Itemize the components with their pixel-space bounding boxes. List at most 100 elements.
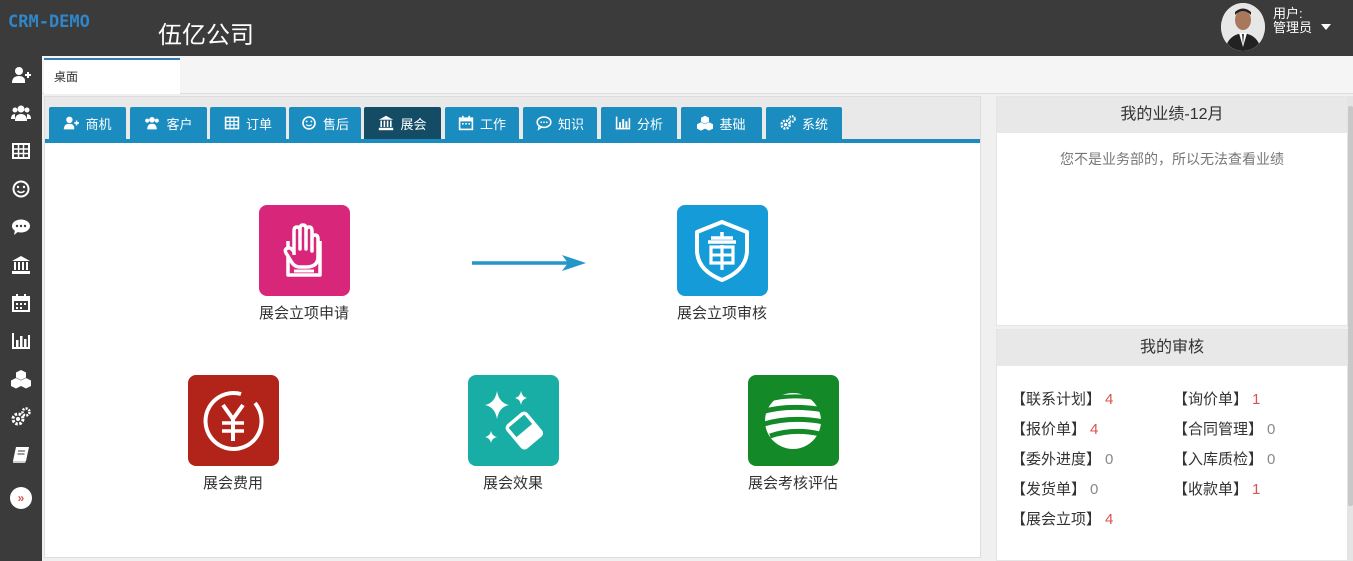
tab-desktop[interactable]: 桌面 xyxy=(44,58,180,94)
audit-item-exhibition[interactable]: 【展会立项】 4 xyxy=(1011,508,1113,529)
tab-knowledge[interactable]: 知识 xyxy=(523,107,597,139)
sidebar-item-aftersales[interactable] xyxy=(0,170,42,208)
scrollbar-thumb[interactable] xyxy=(1348,106,1353,506)
chat-icon xyxy=(536,116,552,131)
sidebar-item-knowledge[interactable] xyxy=(0,208,42,246)
sidebar-item-orders[interactable] xyxy=(0,132,42,170)
sidebar: » xyxy=(0,56,42,561)
yuan-coin-icon xyxy=(187,375,279,466)
shield-approve-icon xyxy=(676,205,768,296)
book-icon xyxy=(13,447,29,463)
app-label: 展会费用 xyxy=(202,475,263,492)
top-bar: CRM-DEMO 伍亿公司 用户: 管理员 xyxy=(0,0,1353,56)
audit-item-delivery[interactable]: 【发货单】 0 xyxy=(1011,478,1098,499)
table-icon xyxy=(12,143,30,159)
audit-title: 我的审核 xyxy=(997,330,1347,366)
tab-exhibition[interactable]: 展会 xyxy=(364,107,441,139)
audit-label: 【联系计划】 xyxy=(1011,391,1102,408)
tab-label: 知识 xyxy=(557,116,584,132)
audit-label: 【报价单】 xyxy=(1011,421,1087,438)
arrow-right-icon xyxy=(472,255,586,271)
add-user-icon xyxy=(64,116,80,130)
sidebar-item-manual[interactable] xyxy=(0,436,42,474)
smile-icon xyxy=(12,180,30,198)
sidebar-item-basics[interactable] xyxy=(0,360,42,398)
audit-item-outsource[interactable]: 【委外进度】 0 xyxy=(1011,448,1113,469)
audit-count: 4 xyxy=(1105,511,1114,528)
tab-label: 基础 xyxy=(719,116,746,132)
audit-count: 1 xyxy=(1252,391,1261,408)
app-exhibition-expense[interactable]: 展会费用 xyxy=(168,375,298,493)
audit-label: 【合同管理】 xyxy=(1173,421,1264,438)
sidebar-expand-button[interactable]: » xyxy=(10,487,32,509)
tab-analysis[interactable]: 分析 xyxy=(601,107,677,139)
app-label: 展会考核评估 xyxy=(747,475,838,492)
audit-count: 4 xyxy=(1105,391,1114,408)
tab-orders[interactable]: 订单 xyxy=(210,107,286,139)
audit-label: 【展会立项】 xyxy=(1011,511,1102,528)
audit-item-quotation[interactable]: 【报价单】 4 xyxy=(1011,418,1098,439)
tab-system[interactable]: 系统 xyxy=(766,107,842,139)
tab-basics[interactable]: 基础 xyxy=(681,107,762,139)
sidebar-item-opportunity[interactable] xyxy=(0,56,42,94)
user-avatar[interactable] xyxy=(1221,3,1265,51)
audit-item-inspection[interactable]: 【入库质检】 0 xyxy=(1173,448,1275,469)
audit-count: 0 xyxy=(1267,421,1276,438)
bank-icon xyxy=(379,115,394,131)
sidebar-item-system[interactable] xyxy=(0,398,42,436)
user-label: 用户: xyxy=(1273,6,1303,21)
audit-item-contract[interactable]: 【合同管理】 0 xyxy=(1173,418,1275,439)
app-exhibition-effect[interactable]: 展会效果 xyxy=(448,375,578,493)
avatar-photo-icon xyxy=(1221,3,1265,51)
sidebar-item-work[interactable] xyxy=(0,284,42,322)
tab-work[interactable]: 工作 xyxy=(445,107,519,139)
app-exhibition-apply[interactable]: 展会立项申请 xyxy=(239,205,369,323)
vertical-scrollbar[interactable] xyxy=(1348,96,1353,561)
tab-label: 分析 xyxy=(636,116,663,132)
smile-icon xyxy=(302,116,316,130)
users-icon xyxy=(11,105,31,121)
audit-label: 【发货单】 xyxy=(1011,481,1087,498)
audit-item-receipt[interactable]: 【收款单】 1 xyxy=(1173,478,1260,499)
tab-label: 展会 xyxy=(400,116,427,132)
app-exhibition-review[interactable]: 展会立项审核 xyxy=(657,205,787,323)
tab-aftersales[interactable]: 售后 xyxy=(289,107,361,139)
page-tab-bar: 桌面 xyxy=(42,56,1353,94)
app-label: 展会立项申请 xyxy=(258,305,349,322)
performance-panel: 我的业绩-12月 您不是业务部的，所以无法查看业绩 xyxy=(996,96,1348,326)
sidebar-item-customers[interactable] xyxy=(0,94,42,132)
tab-label: 订单 xyxy=(245,116,272,132)
calendar-icon xyxy=(458,115,474,131)
app-logo[interactable]: CRM-DEMO xyxy=(8,12,90,32)
gears-icon xyxy=(780,115,796,130)
audit-count: 0 xyxy=(1090,481,1099,498)
audit-item-inquiry[interactable]: 【询价单】 1 xyxy=(1173,388,1260,409)
sidebar-item-exhibition[interactable] xyxy=(0,246,42,284)
sidebar-item-analysis[interactable] xyxy=(0,322,42,360)
bank-icon xyxy=(12,256,30,274)
audit-label: 【入库质检】 xyxy=(1173,451,1264,468)
striped-globe-icon xyxy=(747,375,839,466)
module-tabs: 商机 客户 订单 售后 展会 工作 知识 分析 基础 系统 xyxy=(45,97,980,143)
audit-item-contact-plan[interactable]: 【联系计划】 4 xyxy=(1011,388,1113,409)
tab-label: 商机 xyxy=(85,116,112,132)
tab-opportunity[interactable]: 商机 xyxy=(49,107,126,139)
bar-chart-icon xyxy=(12,333,30,349)
calendar-icon xyxy=(12,294,30,312)
tab-label: 系统 xyxy=(801,116,828,132)
audit-count: 0 xyxy=(1267,451,1276,468)
cubes-icon xyxy=(697,115,714,131)
tab-label: 工作 xyxy=(479,116,506,132)
audit-count: 0 xyxy=(1105,451,1114,468)
user-name: 管理员 xyxy=(1273,20,1313,35)
gears-icon xyxy=(11,407,31,426)
user-menu[interactable]: 用户: 管理员 xyxy=(1273,6,1331,35)
app-exhibition-evaluation[interactable]: 展会考核评估 xyxy=(728,375,858,493)
app-label: 展会立项审核 xyxy=(676,305,767,322)
tab-label: 客户 xyxy=(166,116,193,132)
audit-list: 【联系计划】 4 【询价单】 1 【报价单】 4 【合同管理】 0 【委外进度】 0 【入… xyxy=(997,366,1347,556)
caret-down-icon xyxy=(1321,24,1331,30)
audit-label: 【收款单】 xyxy=(1173,481,1249,498)
tab-customers[interactable]: 客户 xyxy=(130,107,207,139)
add-user-icon xyxy=(12,67,31,83)
